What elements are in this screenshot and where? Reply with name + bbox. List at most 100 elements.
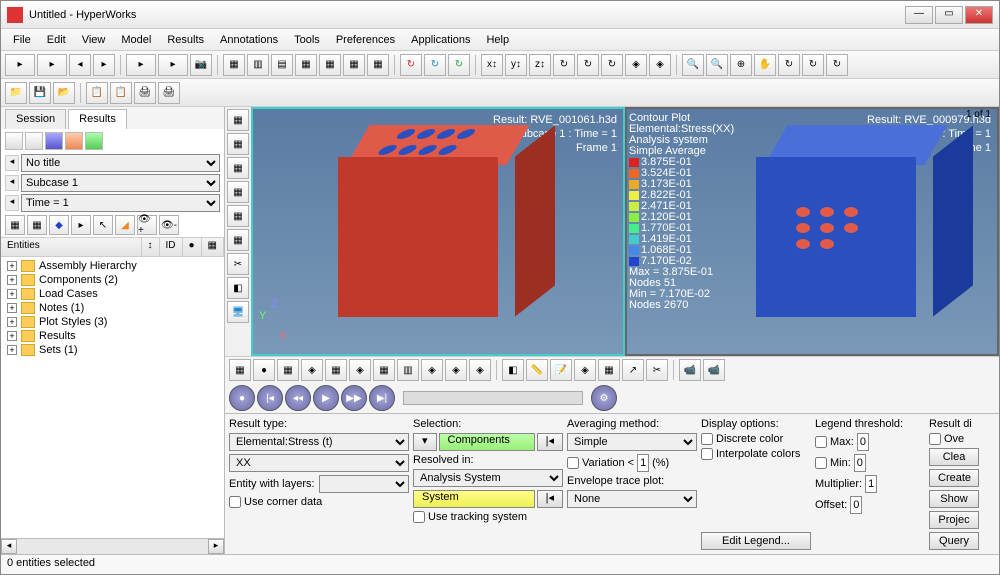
tab-session[interactable]: Session	[5, 109, 66, 129]
create-button[interactable]: Create	[929, 469, 979, 487]
cursor-icon[interactable]: ↖	[93, 215, 113, 235]
tb-open[interactable]: 📁	[5, 82, 27, 104]
ove-check[interactable]	[929, 433, 941, 445]
rt-11[interactable]: ◈	[469, 359, 491, 381]
tb-window[interactable]: ▸	[158, 54, 188, 76]
rt-18[interactable]: ✂	[646, 359, 668, 381]
play-mode-button[interactable]: ●	[229, 385, 255, 411]
min-check[interactable]	[815, 457, 827, 469]
tree-expand[interactable]: +	[7, 261, 17, 271]
resolved-select[interactable]: Analysis System	[413, 469, 563, 487]
rt-contour[interactable]: ▦	[229, 359, 251, 381]
rt-6[interactable]: ◈	[349, 359, 371, 381]
tb-axis-xz[interactable]: ↻	[601, 54, 623, 76]
rt-sphere[interactable]: ●	[253, 359, 275, 381]
vt-6[interactable]: ▦	[227, 229, 249, 251]
tb-arrow1[interactable]: ↻	[400, 54, 422, 76]
interpolate-check[interactable]	[701, 448, 713, 460]
tb-layout6[interactable]: ▦	[343, 54, 365, 76]
subcase-select[interactable]: Subcase 1	[21, 174, 220, 192]
system-button[interactable]: System	[413, 490, 535, 508]
tb-print[interactable]: 🖨	[134, 82, 156, 104]
tree-item[interactable]: Results	[39, 330, 76, 342]
time-prev[interactable]: ◂	[5, 195, 19, 211]
vt-7[interactable]: ✂	[227, 253, 249, 275]
tb-window-add[interactable]: ▸	[126, 54, 156, 76]
side-icon-4[interactable]	[65, 132, 83, 150]
tree-header-color-icon[interactable]: ●	[183, 238, 202, 256]
viewport-right[interactable]: Result: RVE_000979.h3d Subcase 1 : Time …	[625, 107, 999, 356]
st-6[interactable]: ◢	[115, 215, 135, 235]
tb-import[interactable]: 📂	[53, 82, 75, 104]
notitle-prev[interactable]: ◂	[5, 155, 19, 171]
clear-button[interactable]: Clea	[929, 448, 979, 466]
time-select[interactable]: Time = 1	[21, 194, 220, 212]
tree-item[interactable]: Notes (1)	[39, 302, 84, 314]
vt-3[interactable]: ▦	[227, 157, 249, 179]
vt-8[interactable]: ◧	[227, 277, 249, 299]
next-frame-button[interactable]: ▶▶	[341, 385, 367, 411]
rt-9[interactable]: ◈	[421, 359, 443, 381]
menu-annotations[interactable]: Annotations	[212, 31, 286, 49]
rt-15[interactable]: ◈	[574, 359, 596, 381]
tree-header-mesh-icon[interactable]: ▦	[202, 238, 224, 256]
avg-select[interactable]: Simple	[567, 433, 697, 451]
tb-layout3[interactable]: ▤	[271, 54, 293, 76]
menu-model[interactable]: Model	[113, 31, 159, 49]
vt-4[interactable]: ▦	[227, 181, 249, 203]
vt-5[interactable]: ▦	[227, 205, 249, 227]
tb-arrow2[interactable]: ↻	[424, 54, 446, 76]
tb-axis-x[interactable]: x↕	[481, 54, 503, 76]
rt-16[interactable]: ▦	[598, 359, 620, 381]
tree-header-sort-icon[interactable]: ↕	[142, 238, 160, 256]
rt-8[interactable]: ▥	[397, 359, 419, 381]
show-button[interactable]: Show	[929, 490, 979, 508]
side-icon-5[interactable]	[85, 132, 103, 150]
tb-page-add[interactable]: ▸	[5, 54, 35, 76]
max-input[interactable]	[857, 433, 869, 451]
tree-item[interactable]: Sets (1)	[39, 344, 78, 356]
query-button[interactable]: Query	[929, 532, 979, 550]
tree-expand[interactable]: +	[7, 275, 17, 285]
use-tracking-check[interactable]	[413, 511, 425, 523]
tb-paste[interactable]: 📋	[110, 82, 132, 104]
rt-iso[interactable]: ▦	[277, 359, 299, 381]
notitle-select[interactable]: No title	[21, 154, 220, 172]
side-icon-3[interactable]	[45, 132, 63, 150]
tb-page-right[interactable]: ▸	[93, 54, 115, 76]
play-button[interactable]: ▶	[313, 385, 339, 411]
tree-expand[interactable]: +	[7, 303, 17, 313]
rt-section[interactable]: ◧	[502, 359, 524, 381]
menu-tools[interactable]: Tools	[286, 31, 328, 49]
menu-help[interactable]: Help	[478, 31, 517, 49]
tree-item[interactable]: Components (2)	[39, 274, 118, 286]
component-select[interactable]: XX	[229, 454, 409, 472]
st-4[interactable]: ▸	[71, 215, 91, 235]
variation-input[interactable]	[637, 454, 649, 472]
st-1[interactable]: ▦	[5, 215, 25, 235]
tb-save[interactable]: 💾	[29, 82, 51, 104]
sys-reset-button[interactable]: |◂	[537, 490, 563, 508]
tb-zoom-out[interactable]: 🔍	[706, 54, 728, 76]
menu-preferences[interactable]: Preferences	[328, 31, 403, 49]
tb-camera[interactable]: 📷	[190, 54, 212, 76]
tb-persp[interactable]: ◈	[649, 54, 671, 76]
sel-prev-button[interactable]: ▾	[413, 433, 437, 451]
rt-10[interactable]: ◈	[445, 359, 467, 381]
tb-layout7[interactable]: ▦	[367, 54, 389, 76]
tree-expand[interactable]: +	[7, 331, 17, 341]
anim-settings-button[interactable]: ⚙	[591, 385, 617, 411]
tb-page-left[interactable]: ◂	[69, 54, 91, 76]
rt-measure[interactable]: 📏	[526, 359, 548, 381]
rt-tensor[interactable]: ▦	[325, 359, 347, 381]
tb-zoom-in[interactable]: 🔍	[682, 54, 704, 76]
tb-iso[interactable]: ◈	[625, 54, 647, 76]
tb-axis-xy[interactable]: ↻	[553, 54, 575, 76]
tb-rotate2[interactable]: ↻	[802, 54, 824, 76]
tree-expand[interactable]: +	[7, 317, 17, 327]
first-frame-button[interactable]: |◂	[257, 385, 283, 411]
eye-hide-icon[interactable]: 👁-	[159, 215, 179, 235]
maximize-button[interactable]: ▭	[935, 6, 963, 24]
offset-input[interactable]	[850, 496, 862, 514]
entity-layers-select[interactable]	[319, 475, 409, 493]
